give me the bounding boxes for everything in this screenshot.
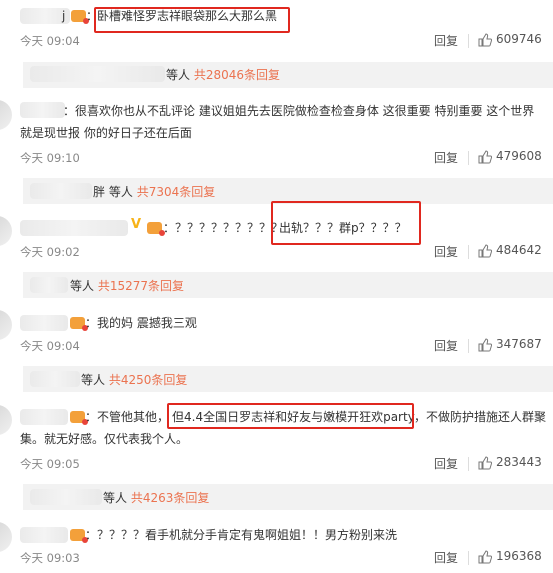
comment-colon: ： (163, 221, 176, 235)
comment-time: 今天 09:10 (20, 151, 80, 165)
sub-reply-link[interactable]: 共4263条回复 (131, 491, 210, 505)
sub-reply-prefix: 等人 (108, 185, 133, 199)
thumb-up-icon[interactable] (478, 338, 492, 352)
reply-button[interactable]: 回复 (434, 149, 458, 166)
verified-v-icon: V (131, 217, 142, 232)
blurred-username (20, 315, 68, 331)
blurred-username (20, 527, 68, 543)
vip-badge-icon (70, 411, 88, 425)
sub-reply-prefix: 等人 (81, 373, 106, 387)
thumb-up-icon[interactable] (478, 244, 492, 258)
divider (468, 34, 469, 48)
blurred-username (30, 66, 165, 82)
like-count: 479608 (496, 149, 542, 163)
blurred-username (20, 220, 128, 236)
comment-text-line2: 就是现世报 你的好日子还在后面 (20, 126, 192, 140)
thumb-up-icon[interactable] (478, 33, 492, 47)
highlight-box (271, 201, 421, 245)
comment-time: 今天 09:02 (20, 245, 80, 259)
sub-reply-summary[interactable]: 胖 等人 共7304条回复 (93, 183, 215, 200)
sub-reply-name-tail: 胖 (93, 185, 106, 199)
avatar (0, 216, 12, 246)
divider (468, 551, 469, 565)
sub-reply-summary[interactable]: 等人 共4263条回复 (103, 489, 209, 506)
comment-text-line2: 集。就无好感。仅代表我个人。 (20, 432, 189, 446)
divider (468, 339, 469, 353)
comment-time: 今天 09:03 (20, 551, 80, 565)
comment-text: ？？？？看手机就分手肯定有鬼啊姐姐！！男方粉别来洗 (97, 528, 398, 542)
sub-reply-summary[interactable]: 等人 共4250条回复 (81, 371, 187, 388)
sub-reply-link[interactable]: 共15277条回复 (98, 279, 184, 293)
vip-badge-icon (147, 222, 165, 236)
comment-colon: ： (85, 316, 98, 330)
reply-button[interactable]: 回复 (434, 337, 458, 354)
sub-reply-prefix: 等人 (166, 68, 191, 82)
comment-colon: ： (85, 528, 98, 542)
comment-text: 我的妈 震撼我三观 (97, 316, 197, 330)
avatar (0, 522, 12, 552)
sub-reply-link[interactable]: 共7304条回复 (137, 185, 216, 199)
comment-time: 今天 09:05 (20, 457, 80, 471)
blurred-username (30, 183, 92, 199)
reply-button[interactable]: 回复 (434, 243, 458, 260)
comment-time: 今天 09:04 (20, 339, 80, 353)
comment-text-pre: 不管他其他， (97, 410, 170, 424)
comment-text: ？？？？？？？？？ (175, 221, 284, 235)
blurred-username (20, 409, 68, 425)
avatar (0, 310, 12, 340)
sub-reply-prefix: 等人 (70, 279, 95, 293)
reply-button[interactable]: 回复 (434, 32, 458, 49)
blurred-username (30, 371, 80, 387)
comment-colon: ： (85, 410, 98, 424)
blurred-username (20, 102, 65, 118)
thumb-up-icon[interactable] (478, 456, 492, 470)
divider (468, 245, 469, 259)
thumb-up-icon[interactable] (478, 550, 492, 564)
like-count: 347687 (496, 337, 542, 351)
divider (468, 151, 469, 165)
blurred-username (30, 489, 102, 505)
comment-time: 今天 09:04 (20, 34, 80, 48)
thumb-up-icon[interactable] (478, 150, 492, 164)
comment-text-post: ，不做防护措施还人群聚 (414, 410, 547, 424)
blurred-username (30, 277, 68, 293)
avatar (0, 100, 12, 130)
avatar (0, 405, 12, 435)
sub-reply-summary[interactable]: 等人 共15277条回复 (70, 277, 184, 294)
sub-reply-link[interactable]: 共28046条回复 (194, 68, 280, 82)
like-count: 609746 (496, 32, 542, 46)
vip-badge-icon (71, 10, 89, 24)
sub-reply-summary[interactable]: 等人 共28046条回复 (166, 66, 280, 83)
comment-text-line1: 很喜欢你也从不乱评论 建议姐姐先去医院做检查检查身体 这很重要 特别重要 这个世… (75, 104, 535, 118)
sub-reply-link[interactable]: 共4250条回复 (109, 373, 188, 387)
highlight-box (94, 7, 290, 33)
like-count: 484642 (496, 243, 542, 257)
divider (468, 457, 469, 471)
vip-badge-icon (70, 529, 88, 543)
sub-reply-prefix: 等人 (103, 491, 128, 505)
like-count: 283443 (496, 455, 542, 469)
reply-button[interactable]: 回复 (434, 549, 458, 566)
like-count: 196368 (496, 549, 542, 563)
highlight-box (167, 403, 414, 429)
username-tail: j (62, 9, 66, 23)
reply-button[interactable]: 回复 (434, 455, 458, 472)
vip-badge-icon (70, 317, 88, 331)
comment-colon: ： (63, 104, 76, 118)
